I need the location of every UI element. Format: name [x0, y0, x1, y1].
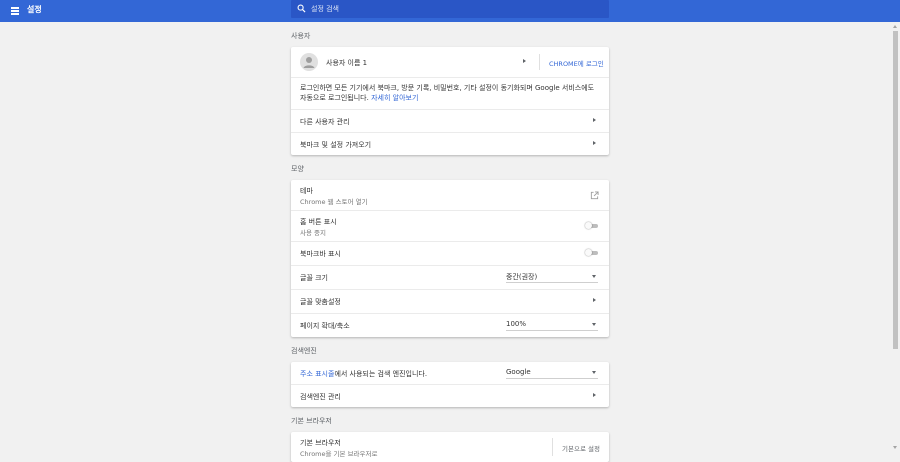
bookmarks-bar-toggle[interactable]	[585, 249, 598, 256]
customize-fonts-row[interactable]: 글꼴 맞춤설정	[291, 289, 609, 313]
search-box[interactable]	[291, 0, 609, 18]
font-size-select[interactable]: 중간(권장)	[506, 271, 598, 283]
divider	[552, 438, 553, 456]
search-engine-description: 주소 표시줄에서 사용되는 검색 엔진입니다.	[300, 369, 427, 379]
scrollbar[interactable]	[891, 22, 900, 452]
search-engine-card: 주소 표시줄에서 사용되는 검색 엔진입니다. Google 검색엔진 관리	[291, 362, 609, 407]
chevron-down-icon	[592, 323, 596, 326]
manage-search-engines-label: 검색엔진 관리	[300, 393, 341, 401]
font-size-value: 중간(권장)	[506, 273, 538, 281]
chevron-right-icon	[593, 118, 596, 122]
bookmarks-bar-row[interactable]: 북마크바 표시	[291, 241, 609, 265]
settings-main: 사용자 사용자 이름 1 CHROME에 로그인 로그인하면 모든 기기에서 북…	[291, 22, 609, 462]
theme-label: 테마	[300, 187, 313, 195]
user-expand-arrow-icon[interactable]	[523, 59, 526, 63]
user-row: 사용자 이름 1 CHROME에 로그인	[291, 47, 609, 77]
signin-button[interactable]: CHROME에 로그인	[549, 58, 604, 68]
search-engine-description-text: 에서 사용되는 검색 엔진입니다.	[334, 370, 428, 378]
section-title-search-engine: 검색엔진	[291, 347, 317, 355]
search-engine-row: 주소 표시줄에서 사용되는 검색 엔진입니다. Google	[291, 362, 609, 384]
default-browser-sub: Chrome을 기본 브라우저로	[300, 450, 378, 458]
bookmarks-bar-label: 북마크바 표시	[300, 250, 341, 258]
manage-search-engines-row[interactable]: 검색엔진 관리	[291, 384, 609, 407]
font-size-label: 글꼴 크기	[300, 274, 328, 282]
search-engine-select[interactable]: Google	[506, 367, 598, 379]
divider	[539, 54, 540, 70]
section-title-default-browser: 기본 브라우저	[291, 417, 332, 425]
manage-people-label: 다른 사용자 관리	[300, 118, 350, 126]
scroll-thumb[interactable]	[893, 31, 898, 349]
people-card: 사용자 이름 1 CHROME에 로그인 로그인하면 모든 기기에서 북마크, …	[291, 47, 609, 155]
home-button-label: 홈 버튼 표시	[300, 218, 337, 226]
section-title-people: 사용자	[291, 32, 311, 40]
zoom-value: 100%	[506, 320, 527, 328]
chevron-down-icon	[592, 275, 596, 278]
default-browser-label: 기본 브라우저	[300, 439, 341, 447]
zoom-select[interactable]: 100%	[506, 319, 598, 331]
learn-more-link[interactable]: 자세히 알아보기	[371, 94, 418, 102]
zoom-label: 페이지 확대/축소	[300, 322, 350, 330]
appearance-card: 테마 Chrome 웹 스토어 열기 홈 버튼 표시 사용 중지 북마크바 표시…	[291, 180, 609, 337]
import-bookmarks-label: 북마크 및 설정 가져오기	[300, 141, 372, 149]
chevron-right-icon	[593, 141, 596, 145]
default-browser-card: 기본 브라우저 Chrome을 기본 브라우저로 기본으로 설정	[291, 432, 609, 462]
scroll-down-arrow-icon[interactable]	[893, 446, 897, 449]
theme-sub: Chrome 웹 스토어 열기	[300, 198, 368, 206]
home-button-toggle[interactable]	[585, 222, 598, 229]
import-bookmarks-row[interactable]: 북마크 및 설정 가져오기	[291, 132, 609, 155]
scroll-up-arrow-icon[interactable]	[893, 25, 897, 28]
page-title: 설정	[27, 5, 42, 14]
home-button-sub: 사용 중지	[300, 229, 326, 237]
top-bar: 설정	[0, 0, 900, 22]
chevron-right-icon	[593, 298, 596, 302]
signin-description: 로그인하면 모든 기기에서 북마크, 방문 기록, 비밀번호, 기타 설정이 동…	[300, 83, 602, 103]
zoom-row: 페이지 확대/축소 100%	[291, 313, 609, 337]
theme-row[interactable]: 테마 Chrome 웹 스토어 열기	[291, 180, 609, 210]
avatar	[300, 53, 318, 71]
signin-description-row: 로그인하면 모든 기기에서 북마크, 방문 기록, 비밀번호, 기타 설정이 동…	[291, 77, 609, 109]
search-icon	[297, 4, 306, 13]
chevron-right-icon	[593, 393, 596, 397]
user-name: 사용자 이름 1	[326, 59, 368, 67]
search-engine-value: Google	[506, 368, 531, 376]
customize-fonts-label: 글꼴 맞춤설정	[300, 298, 341, 306]
default-browser-row: 기본 브라우저 Chrome을 기본 브라우저로 기본으로 설정	[291, 432, 609, 462]
font-size-row: 글꼴 크기 중간(권장)	[291, 265, 609, 289]
home-button-row[interactable]: 홈 버튼 표시 사용 중지	[291, 210, 609, 241]
menu-icon[interactable]	[10, 5, 21, 16]
open-in-new-icon[interactable]	[590, 191, 599, 200]
chevron-down-icon	[592, 371, 596, 374]
signin-description-text: 로그인하면 모든 기기에서 북마크, 방문 기록, 비밀번호, 기타 설정이 동…	[300, 84, 595, 102]
section-title-appearance: 모양	[291, 165, 304, 173]
search-input[interactable]	[311, 3, 591, 15]
address-bar-link[interactable]: 주소 표시줄	[300, 370, 334, 378]
manage-people-row[interactable]: 다른 사용자 관리	[291, 109, 609, 132]
